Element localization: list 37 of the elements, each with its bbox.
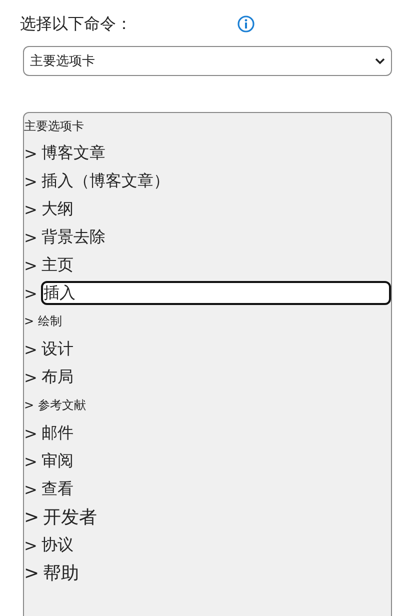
list-item[interactable]: 布局: [41, 366, 74, 388]
chevron-marker: >: [24, 228, 38, 246]
list-item[interactable]: 设计: [41, 338, 74, 360]
list-item[interactable]: 协议: [41, 534, 74, 556]
list-item[interactable]: 博客文章: [41, 142, 106, 164]
chevron-marker: >: [24, 506, 40, 528]
chevron-marker: >: [24, 172, 38, 190]
list-item[interactable]: 查看: [41, 478, 74, 500]
chevron-marker: >: [24, 398, 34, 412]
chevron-marker: >: [24, 144, 38, 162]
chevron-marker: >: [24, 562, 40, 584]
list-item[interactable]: 邮件: [41, 422, 74, 444]
chevron-marker: >: [24, 284, 38, 302]
command-dropdown[interactable]: 主要选项卡: [23, 46, 392, 76]
chevron-marker: >: [24, 368, 38, 386]
chevron-marker: >: [24, 256, 38, 274]
chevron-marker: >: [24, 424, 38, 442]
list-item[interactable]: 参考文献: [38, 396, 86, 414]
chevron-down-icon: [375, 57, 385, 65]
chevron-marker: >: [24, 452, 38, 470]
chevron-marker: >: [24, 480, 38, 498]
info-icon[interactable]: [237, 15, 255, 33]
list-item[interactable]: 大纲: [41, 198, 74, 220]
chevron-marker: >: [24, 314, 34, 328]
list-item[interactable]: 帮助: [43, 561, 80, 585]
chevron-marker: >: [24, 340, 38, 358]
list-item[interactable]: 插入: [41, 281, 391, 305]
list-item[interactable]: 背景去除: [41, 226, 106, 248]
list-item[interactable]: 审阅: [41, 450, 74, 472]
list-item[interactable]: 开发者: [43, 505, 98, 529]
list-header: 主要选项卡: [24, 118, 85, 134]
list-item[interactable]: 绘制: [38, 312, 62, 330]
list-item[interactable]: 插入（博客文章）: [41, 170, 170, 192]
chevron-marker: >: [24, 536, 38, 554]
chevron-marker: >: [24, 200, 38, 218]
list-item[interactable]: 主页: [41, 254, 74, 276]
prompt-label: 选择以下命令：: [20, 14, 133, 34]
